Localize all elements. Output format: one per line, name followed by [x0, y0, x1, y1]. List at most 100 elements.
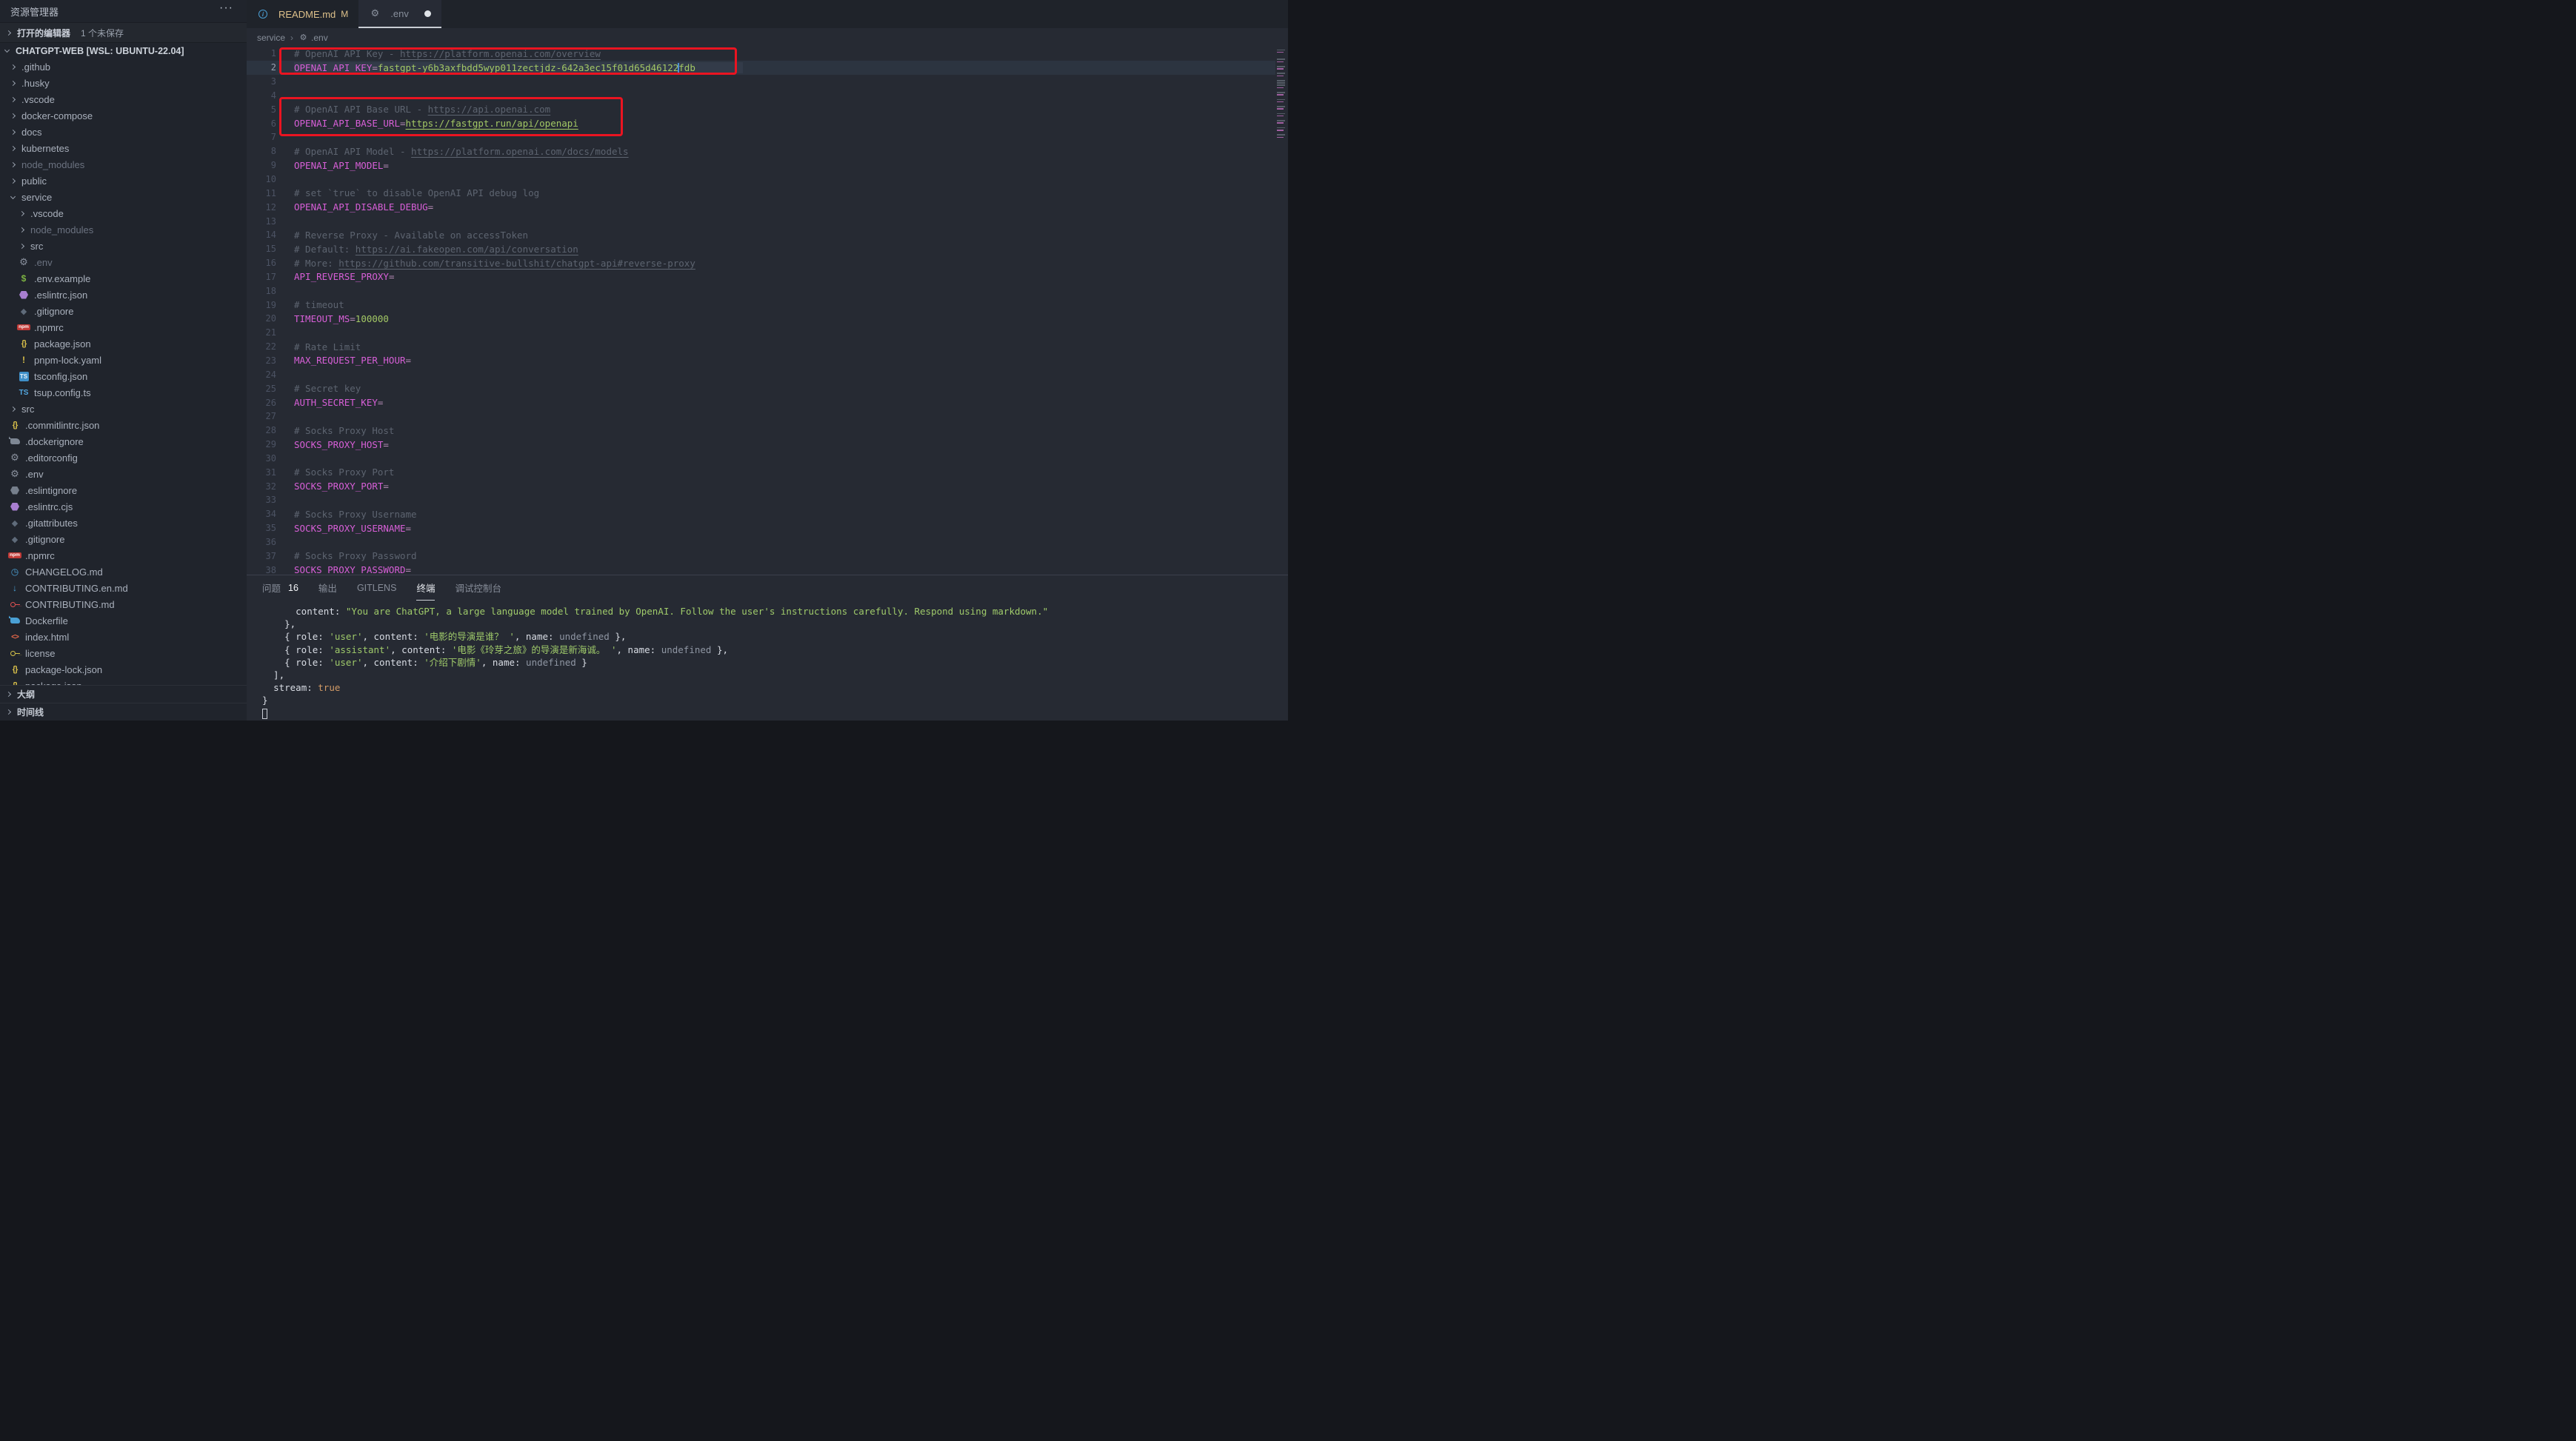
code-line-18[interactable]: 18 — [247, 284, 1288, 298]
tree-file-.eslintignore[interactable]: .eslintignore — [0, 482, 247, 498]
tree-file-.eslintrc.cjs[interactable]: .eslintrc.cjs — [0, 498, 247, 515]
tree-file-.env.example[interactable]: $.env.example — [0, 270, 247, 287]
line-number[interactable]: 24 — [247, 370, 276, 380]
code-editor[interactable]: 1# OpenAI API Key - https://platform.ope… — [247, 47, 1288, 575]
line-number[interactable]: 35 — [247, 523, 276, 533]
tree-file-license[interactable]: license — [0, 645, 247, 661]
tree-file-index.html[interactable]: <>index.html — [0, 629, 247, 645]
line-number[interactable]: 31 — [247, 467, 276, 478]
code-line-38[interactable]: 38SOCKS_PROXY_PASSWORD= — [247, 563, 1288, 575]
tree-file-CONTRIBUTING.md[interactable]: CONTRIBUTING.md — [0, 596, 247, 612]
minimap[interactable] — [1275, 47, 1288, 575]
line-number[interactable]: 28 — [247, 425, 276, 435]
tree-file-.env[interactable]: ⚙.env — [0, 466, 247, 482]
code-line-3[interactable]: 3 — [247, 75, 1288, 89]
line-number[interactable]: 23 — [247, 355, 276, 366]
code-line-28[interactable]: 28# Socks Proxy Host — [247, 424, 1288, 438]
code-line-5[interactable]: 5# OpenAI API Base URL - https://api.ope… — [247, 102, 1288, 116]
tree-folder-docs[interactable]: docs — [0, 124, 247, 140]
line-number[interactable]: 10 — [247, 174, 276, 184]
panel-tab-problems[interactable]: 问题16 — [262, 575, 298, 601]
panel-tab-gitlens[interactable]: GITLENS — [357, 575, 397, 601]
code-line-25[interactable]: 25# Secret key — [247, 381, 1288, 395]
line-number[interactable]: 22 — [247, 341, 276, 352]
line-number[interactable]: 5 — [247, 104, 276, 115]
tree-file-.eslintrc.json[interactable]: .eslintrc.json — [0, 287, 247, 303]
line-number[interactable]: 4 — [247, 90, 276, 101]
tree-file-pnpm-lock.yaml[interactable]: !pnpm-lock.yaml — [0, 352, 247, 368]
code-line-7[interactable]: 7 — [247, 130, 1288, 144]
tab-env[interactable]: ⚙ .env — [358, 0, 441, 28]
project-root-item[interactable]: CHATGPT-WEB [WSL: UBUNTU-22.04] — [0, 42, 247, 58]
line-number[interactable]: 16 — [247, 258, 276, 268]
code-line-17[interactable]: 17API_REVERSE_PROXY= — [247, 270, 1288, 284]
tree-file-.commitlintrc.json[interactable]: {}.commitlintrc.json — [0, 417, 247, 433]
tree-folder-src[interactable]: src — [0, 238, 247, 254]
line-number[interactable]: 34 — [247, 509, 276, 519]
panel-tab-terminal[interactable]: 终端 — [416, 575, 435, 601]
tree-file-.gitignore[interactable]: ◆.gitignore — [0, 531, 247, 547]
panel-tab-debug-console[interactable]: 调试控制台 — [455, 575, 501, 601]
code-line-34[interactable]: 34# Socks Proxy Username — [247, 507, 1288, 521]
more-actions-icon[interactable]: ··· — [219, 1, 233, 15]
code-line-23[interactable]: 23MAX_REQUEST_PER_HOUR= — [247, 354, 1288, 368]
tab-readme[interactable]: i README.md M — [247, 0, 358, 28]
line-number[interactable]: 33 — [247, 495, 276, 505]
code-line-13[interactable]: 13 — [247, 214, 1288, 228]
tree-file-.editorconfig[interactable]: ⚙.editorconfig — [0, 449, 247, 466]
breadcrumb-folder[interactable]: service — [257, 33, 285, 43]
tree-file-Dockerfile[interactable]: Dockerfile — [0, 612, 247, 629]
code-line-24[interactable]: 24 — [247, 367, 1288, 381]
code-line-19[interactable]: 19# timeout — [247, 298, 1288, 312]
code-line-33[interactable]: 33 — [247, 493, 1288, 507]
tree-file-tsconfig.json[interactable]: TStsconfig.json — [0, 368, 247, 384]
line-number[interactable]: 29 — [247, 439, 276, 449]
line-number[interactable]: 38 — [247, 565, 276, 575]
line-number[interactable]: 3 — [247, 76, 276, 87]
tree-folder-.husky[interactable]: .husky — [0, 75, 247, 91]
line-number[interactable]: 13 — [247, 216, 276, 227]
outline-section[interactable]: 大纲 — [0, 685, 247, 703]
code-line-8[interactable]: 8# OpenAI API Model - https://platform.o… — [247, 144, 1288, 158]
code-line-14[interactable]: 14# Reverse Proxy - Available on accessT… — [247, 228, 1288, 242]
line-number[interactable]: 11 — [247, 188, 276, 198]
code-line-16[interactable]: 16# More: https://github.com/transitive-… — [247, 256, 1288, 270]
code-line-10[interactable]: 10 — [247, 173, 1288, 187]
tree-file-CHANGELOG.md[interactable]: ◷CHANGELOG.md — [0, 564, 247, 580]
tree-file-.dockerignore[interactable]: .dockerignore — [0, 433, 247, 449]
code-line-32[interactable]: 32SOCKS_PROXY_PORT= — [247, 479, 1288, 493]
tree-file-package-lock.json[interactable]: {}package-lock.json — [0, 661, 247, 678]
line-number[interactable]: 17 — [247, 272, 276, 282]
breadcrumb-file[interactable]: .env — [311, 33, 328, 43]
tree-file-.gitignore[interactable]: ◆.gitignore — [0, 303, 247, 319]
line-number[interactable]: 32 — [247, 481, 276, 492]
line-number[interactable]: 37 — [247, 551, 276, 561]
open-editors-section[interactable]: 打开的编辑器 1 个未保存 — [0, 22, 247, 42]
line-number[interactable]: 1 — [247, 48, 276, 58]
line-number[interactable]: 30 — [247, 453, 276, 464]
code-line-27[interactable]: 27 — [247, 409, 1288, 424]
tree-folder-.github[interactable]: .github — [0, 58, 247, 75]
code-line-21[interactable]: 21 — [247, 326, 1288, 340]
code-line-11[interactable]: 11# set `true` to disable OpenAI API deb… — [247, 186, 1288, 200]
tree-folder-node_modules[interactable]: node_modules — [0, 221, 247, 238]
line-number[interactable]: 14 — [247, 230, 276, 240]
line-number[interactable]: 25 — [247, 384, 276, 394]
tree-folder-.vscode[interactable]: .vscode — [0, 91, 247, 107]
line-number[interactable]: 8 — [247, 146, 276, 156]
line-number[interactable]: 2 — [247, 62, 276, 73]
line-number[interactable]: 15 — [247, 244, 276, 254]
code-line-26[interactable]: 26AUTH_SECRET_KEY= — [247, 395, 1288, 409]
code-line-12[interactable]: 12OPENAI_API_DISABLE_DEBUG= — [247, 200, 1288, 214]
tree-folder-kubernetes[interactable]: kubernetes — [0, 140, 247, 156]
line-number[interactable]: 26 — [247, 398, 276, 408]
line-number[interactable]: 27 — [247, 411, 276, 421]
code-line-36[interactable]: 36 — [247, 535, 1288, 549]
code-line-1[interactable]: 1# OpenAI API Key - https://platform.ope… — [247, 47, 1288, 61]
tree-file-.env[interactable]: ⚙.env — [0, 254, 247, 270]
tree-file-package.json[interactable]: {}package.json — [0, 335, 247, 352]
code-line-22[interactable]: 22# Rate Limit — [247, 340, 1288, 354]
line-number[interactable]: 12 — [247, 202, 276, 213]
code-line-29[interactable]: 29SOCKS_PROXY_HOST= — [247, 438, 1288, 452]
code-line-15[interactable]: 15# Default: https://ai.fakeopen.com/api… — [247, 242, 1288, 256]
